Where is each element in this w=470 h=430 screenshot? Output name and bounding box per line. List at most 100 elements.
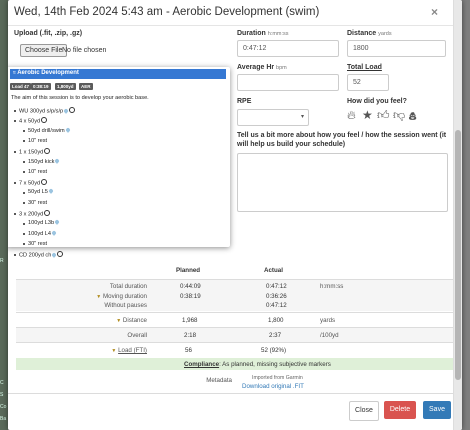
thumbs-up-icon[interactable]: 👍︎	[377, 108, 390, 123]
divider	[16, 312, 454, 313]
feedback-label: Tell us a bit more about how you feel / …	[237, 132, 447, 148]
workout-step: 150yd kick	[28, 157, 61, 165]
choose-file-button[interactable]: Choose File	[20, 44, 68, 57]
workout-step: 50yd drill/swim	[28, 126, 71, 134]
without-pauses-label: Without pauses	[104, 302, 147, 309]
clock-icon	[44, 148, 51, 155]
rpe-select[interactable]: ▾	[237, 109, 309, 126]
overall-planned: 2:18	[184, 332, 197, 339]
step-bullet	[23, 171, 25, 174]
distance-actual: 1,800	[268, 317, 284, 324]
step-bullet	[14, 212, 16, 215]
total-duration-label: Total duration	[109, 283, 147, 290]
thumbs-down-icon[interactable]: 👎︎	[393, 108, 405, 123]
load-planned: 56	[185, 347, 192, 354]
zone-badge: AER	[79, 83, 93, 90]
feel-label: How did you feel?	[347, 98, 407, 105]
delete-button[interactable]: Delete	[384, 401, 416, 419]
pace-band	[16, 328, 454, 342]
background-text: S	[0, 392, 4, 398]
moving-duration-actual: 0:36:26	[266, 293, 287, 300]
metadata-label: Metadata	[206, 377, 232, 384]
workout-step: 7 x 50yd	[19, 179, 48, 187]
duration-unit: h:mm:ss	[320, 283, 344, 290]
load-row-label[interactable]: ▼ Load (FTI)	[111, 347, 147, 354]
workout-step: 1 x 150yd	[19, 148, 51, 156]
popover-header: ≈ Aerobic Development	[10, 69, 226, 79]
pace-unit: /100yd	[320, 332, 339, 339]
popover-description: The aim of this session is to develop yo…	[11, 95, 149, 101]
without-pauses-actual: 0:47:12	[266, 302, 287, 309]
duration-band	[16, 280, 454, 311]
workout-step: 30" rest	[28, 200, 47, 206]
feedback-textarea[interactable]	[237, 153, 448, 212]
step-bullet	[14, 253, 16, 256]
workout-step-text: 10" rest	[28, 137, 48, 144]
load-actual: 52 (92%)	[261, 347, 287, 354]
step-bullet	[23, 243, 25, 246]
water-drop-icon	[51, 251, 58, 258]
rpe-label: RPE	[237, 98, 252, 105]
chevron-down-icon: ▾	[300, 114, 304, 120]
overall-actual: 2:37	[269, 332, 282, 339]
chevron-down-icon: ▼	[96, 294, 102, 300]
star-icon[interactable]: ★	[362, 108, 373, 122]
poop-icon[interactable]: 💩︎	[409, 108, 416, 125]
moving-duration-label[interactable]: ▼ Moving duration	[96, 293, 147, 300]
load-badge: Load 47	[10, 83, 32, 90]
planned-header: Planned	[176, 267, 201, 274]
avg-hr-label: Average Hr bpm	[237, 64, 287, 71]
scrollbar-thumb[interactable]	[455, 130, 461, 380]
file-status: No file chosen	[62, 47, 107, 54]
workout-step-text: 100yd L3b	[28, 220, 55, 227]
background-text: C	[0, 380, 4, 386]
workout-step-text: 1 x 150yd	[19, 149, 44, 156]
workout-step: 30" rest	[28, 241, 47, 247]
workout-step-text: 4 x 50yd	[19, 118, 41, 125]
save-button[interactable]: Save	[423, 401, 451, 419]
close-button[interactable]: Close	[349, 401, 379, 421]
clock-icon	[41, 117, 48, 124]
total-duration-actual: 0:47:12	[266, 283, 287, 290]
total-load-input[interactable]: 52	[347, 74, 389, 91]
modal-scrollbar[interactable]	[453, 0, 462, 430]
water-drop-icon	[64, 126, 71, 133]
workout-step: 4 x 50yd	[19, 117, 48, 125]
step-bullet	[14, 150, 16, 153]
clock-icon	[44, 210, 51, 216]
step-bullet	[23, 161, 25, 163]
workout-step-text: 3 x 200yd	[19, 211, 44, 218]
workout-step-text: 100yd L4	[28, 230, 52, 237]
upload-label: Upload (.fit, .zip, .gz)	[14, 30, 83, 37]
water-drop-icon	[51, 229, 57, 236]
modal-header: Wed, 14th Feb 2024 5:43 am - Aerobic Dev…	[8, 0, 454, 26]
workout-step: 3 x 200yd	[19, 210, 51, 218]
distance-badge: 1,800yd	[55, 83, 76, 90]
flame-icon[interactable]: 🔥︎	[347, 108, 356, 123]
distance-input[interactable]: 1800	[347, 40, 446, 57]
distance-row-label[interactable]: ▼ Distance	[116, 317, 147, 324]
background-text: R	[0, 258, 4, 264]
avg-hr-input[interactable]	[237, 74, 339, 91]
duration-badge: 0:38:19	[31, 83, 51, 90]
water-drop-icon	[54, 219, 60, 226]
modal-title: Wed, 14th Feb 2024 5:43 am - Aerobic Dev…	[14, 6, 320, 18]
moving-duration-planned: 0:38:19	[180, 293, 201, 300]
workout-step: 100yd L4	[28, 229, 57, 237]
background-sidebar	[0, 0, 8, 430]
workout-step: 10" rest	[28, 169, 47, 175]
workout-step-text: WU 300yd s/p/s/p	[19, 108, 64, 115]
metadata-source: Imported from Garmin	[252, 375, 303, 381]
workout-step-text: 10" rest	[28, 168, 48, 175]
close-icon[interactable]: ×	[431, 5, 438, 19]
workout-step: 50yd L5	[28, 188, 54, 195]
workout-step-text: 50yd drill/swim	[28, 127, 65, 134]
download-fit-link[interactable]: Download original .FIT	[242, 383, 304, 390]
total-load-label: Total Load	[347, 64, 382, 71]
compliance-text: Compliance: As planned, missing subjecti…	[184, 361, 331, 368]
duration-input[interactable]: 0:47:12	[237, 40, 339, 57]
water-drop-icon	[48, 188, 54, 195]
workout-step: CD 200yd ch	[19, 251, 64, 259]
water-drop-icon	[63, 107, 69, 114]
step-bullet	[14, 109, 16, 112]
